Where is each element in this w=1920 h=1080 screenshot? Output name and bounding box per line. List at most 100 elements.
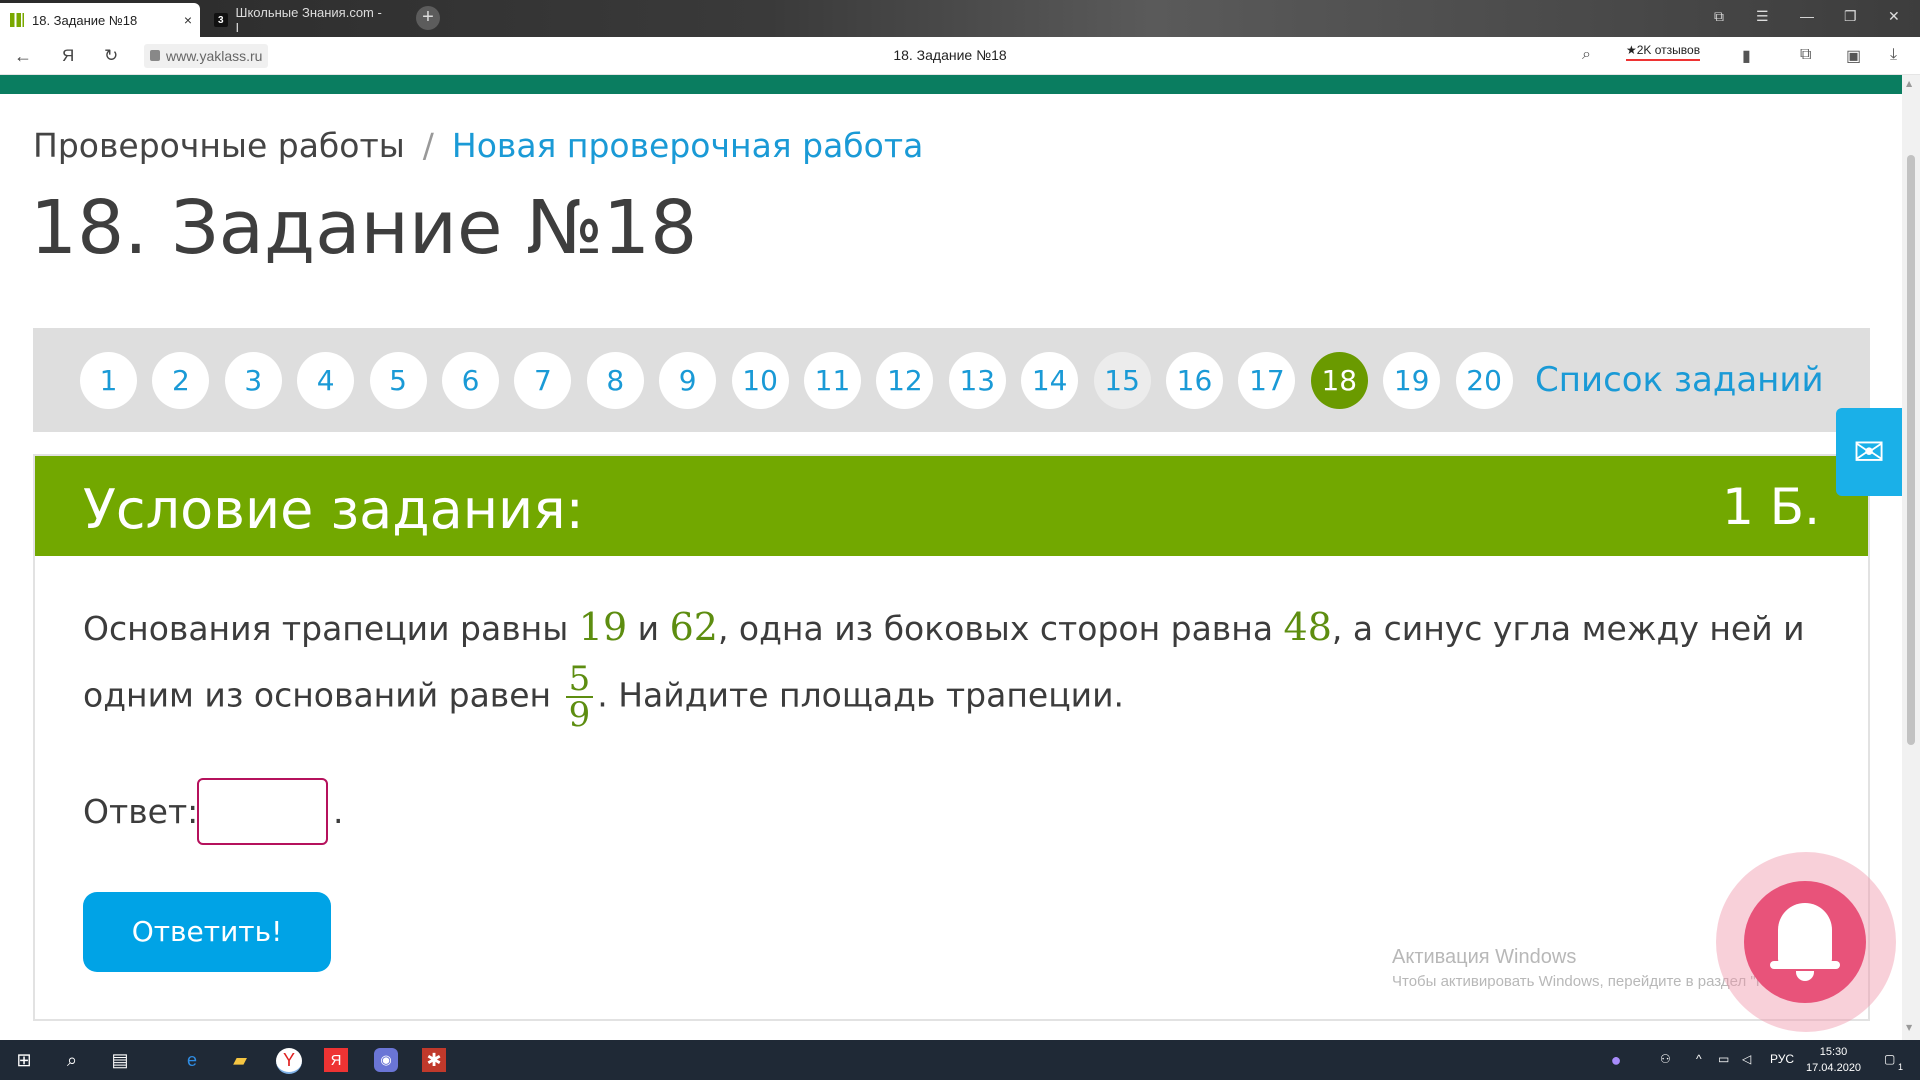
problem-text: , одна из боковых сторон равна bbox=[717, 609, 1284, 648]
fraction-denominator: 9 bbox=[568, 695, 591, 735]
file-explorer-icon[interactable]: ▰ bbox=[228, 1048, 252, 1072]
bookmark-icon[interactable]: ▮ bbox=[1742, 46, 1751, 66]
pin-icon[interactable]: ⧉ bbox=[1714, 8, 1724, 25]
task-number-1[interactable]: 1 bbox=[80, 352, 137, 409]
notifications-icon[interactable]: ▢ bbox=[1884, 1052, 1895, 1066]
scroll-thumb[interactable] bbox=[1907, 155, 1915, 745]
task-condition-title: Условие задания: bbox=[83, 478, 584, 541]
znania-favicon-icon: 3 bbox=[214, 13, 228, 27]
task-number-18[interactable]: 18 bbox=[1310, 352, 1368, 409]
task-number-20[interactable]: 20 bbox=[1455, 352, 1513, 409]
download-icon[interactable]: ⤓ bbox=[1890, 46, 1897, 64]
task-navigation: Список заданий 1 2 3 4 5 6 7 8 9 10 11 12 13 14 15 16 17… bbox=[33, 328, 1870, 432]
task-number-11[interactable]: 11 bbox=[804, 352, 861, 409]
breadcrumb-parent[interactable]: Проверочные работы bbox=[33, 126, 405, 165]
clock-date: 17.04.2020 bbox=[1806, 1062, 1862, 1074]
task-number-9[interactable]: 9 bbox=[659, 352, 717, 409]
task-number-8[interactable]: 8 bbox=[586, 352, 644, 409]
page-title: 18. Задание №18 bbox=[30, 185, 698, 271]
task-number-5[interactable]: 5 bbox=[369, 352, 427, 409]
answer-input[interactable] bbox=[197, 778, 328, 845]
volume-icon[interactable]: ◁ bbox=[1742, 1052, 1751, 1066]
menu-icon[interactable]: ☰ bbox=[1756, 8, 1769, 25]
page-scrollbar[interactable]: ▲ ▼ bbox=[1902, 75, 1920, 1040]
alice-icon[interactable]: ● bbox=[1604, 1048, 1628, 1072]
edge-icon[interactable]: e bbox=[180, 1048, 204, 1072]
discord-icon[interactable]: ◉ bbox=[374, 1048, 398, 1072]
task-number-17[interactable]: 17 bbox=[1238, 352, 1296, 409]
answer-label: Ответ: bbox=[83, 792, 199, 831]
clock[interactable]: 15:30 17.04.2020 bbox=[1806, 1044, 1861, 1076]
math-fraction: 59 bbox=[565, 662, 594, 735]
problem-text: Основания трапеции равны bbox=[83, 609, 579, 648]
yaklass-favicon-icon bbox=[10, 13, 24, 27]
task-card: Условие задания: 1 Б. Основания трапеции… bbox=[33, 454, 1870, 1021]
math-number: 62 bbox=[669, 605, 718, 649]
tab-title: Школьные Знания.com - I bbox=[235, 5, 382, 35]
language-indicator[interactable]: РУС bbox=[1770, 1052, 1794, 1066]
problem-text: . Найдите площадь трапеции. bbox=[597, 675, 1125, 715]
task-number-4[interactable]: 4 bbox=[297, 352, 355, 409]
minimize-icon[interactable]: — bbox=[1800, 8, 1814, 24]
math-number: 48 bbox=[1283, 605, 1332, 649]
task-number-2[interactable]: 2 bbox=[152, 352, 210, 409]
collections-icon[interactable]: ⧉ bbox=[1800, 46, 1811, 64]
feedback-button[interactable]: ✉ bbox=[1836, 408, 1902, 496]
yandex-app-icon[interactable]: Я bbox=[324, 1048, 348, 1072]
task-number-14[interactable]: 14 bbox=[1021, 352, 1079, 409]
task-card-header: Условие задания: 1 Б. bbox=[35, 456, 1868, 556]
people-icon[interactable]: ⚇ bbox=[1660, 1052, 1671, 1066]
math-number: 19 bbox=[578, 605, 628, 649]
problem-text: и bbox=[627, 609, 670, 648]
mail-icon: ✉ bbox=[1853, 430, 1885, 474]
task-number-19[interactable]: 19 bbox=[1383, 352, 1441, 409]
breadcrumb-current-link[interactable]: Новая проверочная работа bbox=[452, 126, 923, 165]
search-icon[interactable]: ⌕ bbox=[60, 1048, 84, 1072]
windows-start-icon[interactable]: ⊞ bbox=[12, 1048, 36, 1072]
app-icon[interactable]: ✱ bbox=[422, 1048, 446, 1072]
tab-title: 18. Задание №18 bbox=[32, 12, 138, 28]
task-number-12[interactable]: 12 bbox=[876, 352, 934, 409]
breadcrumb-separator: / bbox=[422, 126, 434, 165]
address-bar: ← Я ↻ www.yaklass.ru 18. Задание №18 ⌕ ★… bbox=[0, 37, 1920, 75]
task-number-10[interactable]: 10 bbox=[731, 352, 789, 409]
clock-time: 15:30 bbox=[1819, 1046, 1848, 1058]
network-icon[interactable]: ▭ bbox=[1718, 1052, 1729, 1066]
page-title-display: 18. Задание №18 bbox=[893, 47, 1007, 63]
bell-icon bbox=[1778, 903, 1832, 965]
fraction-numerator: 5 bbox=[565, 662, 594, 698]
breadcrumb: Проверочные работы / Новая проверочная раб… bbox=[33, 126, 923, 165]
reviews-badge[interactable]: ★2K отзывов bbox=[1626, 43, 1701, 61]
task-number-7[interactable]: 7 bbox=[514, 352, 572, 409]
task-number-16[interactable]: 16 bbox=[1166, 352, 1223, 409]
notifications-count: 1 bbox=[1898, 1062, 1904, 1072]
tab-current[interactable]: 18. Задание №18 × bbox=[0, 3, 200, 37]
task-number-15[interactable]: 15 bbox=[1093, 352, 1151, 409]
scroll-down-icon[interactable]: ▼ bbox=[1906, 1023, 1912, 1032]
submit-answer-button[interactable]: Ответить! bbox=[83, 892, 331, 972]
close-icon[interactable]: ✕ bbox=[1888, 8, 1900, 25]
task-number-3[interactable]: 3 bbox=[224, 352, 282, 409]
restore-icon[interactable]: ❐ bbox=[1844, 8, 1857, 25]
tab-znania[interactable]: 3 Школьные Знания.com - I bbox=[204, 3, 394, 37]
yandex-browser-icon[interactable]: Y bbox=[276, 1048, 302, 1074]
task-points: 1 Б. bbox=[1722, 478, 1820, 536]
protect-icon[interactable]: ▣ bbox=[1846, 46, 1861, 66]
task-list-link[interactable]: Список заданий bbox=[1535, 360, 1824, 400]
task-number-6[interactable]: 6 bbox=[442, 352, 499, 409]
tray-expand-icon[interactable]: ^ bbox=[1696, 1052, 1702, 1066]
scroll-up-icon[interactable]: ▲ bbox=[1906, 79, 1912, 88]
bell-icon-clapper bbox=[1796, 971, 1814, 981]
answer-suffix: . bbox=[333, 792, 344, 831]
site-header-strip bbox=[0, 75, 1902, 94]
task-view-icon[interactable]: ▤ bbox=[108, 1048, 132, 1072]
notification-bell-button[interactable] bbox=[1744, 881, 1866, 1003]
new-tab-button[interactable]: + bbox=[416, 6, 440, 30]
problem-statement: Основания трапеции равны 19 и 62, одна и… bbox=[83, 594, 1843, 732]
windows-taskbar: ⊞ ⌕ ▤ e ▰ Y Я ◉ ✱ ● ⚇ ^ ▭ ◁ РУС 15:30 17… bbox=[0, 1040, 1920, 1080]
browser-tab-bar: 18. Задание №18 × 3 Школьные Знания.com … bbox=[0, 0, 1920, 37]
task-number-13[interactable]: 13 bbox=[948, 352, 1006, 409]
bell-icon-base bbox=[1770, 961, 1840, 969]
tab-close-icon[interactable]: × bbox=[184, 12, 192, 28]
search-icon[interactable]: ⌕ bbox=[1582, 46, 1591, 64]
